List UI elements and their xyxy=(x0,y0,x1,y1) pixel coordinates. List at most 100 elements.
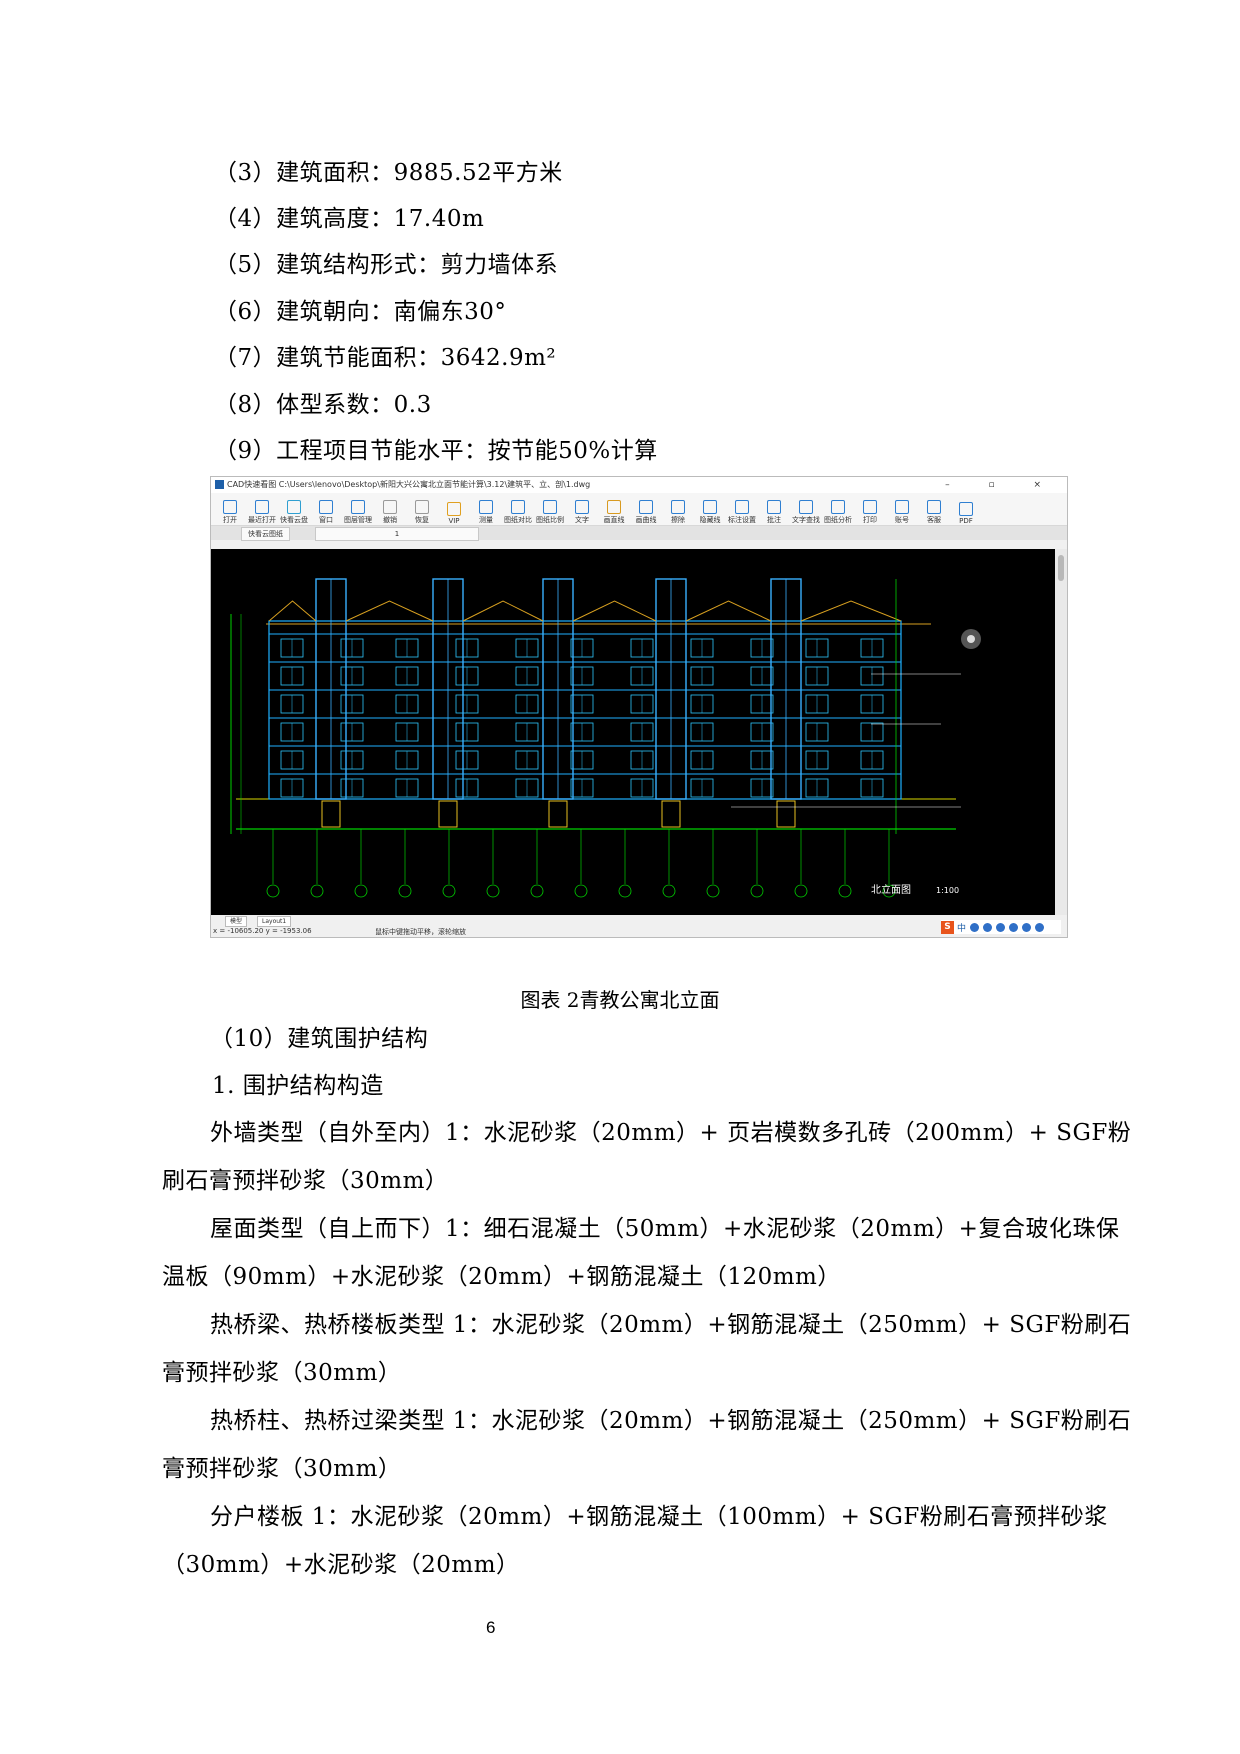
toolbar-icon xyxy=(927,500,941,514)
roof-parapets xyxy=(268,600,902,622)
entrance-door xyxy=(548,800,568,828)
spec-item-energy-level: （9）工程项目节能水平：按节能50%计算 xyxy=(214,438,658,464)
toolbar-button-17[interactable]: 批注 xyxy=(759,500,789,525)
ime-mode-label: 中 xyxy=(957,923,967,934)
toolbar-button-4[interactable]: 图层管理 xyxy=(343,500,373,525)
paragraph-exterior-wall-line1: 外墙类型（自外至内）1：水泥砂浆（20mm）+ 页岩模数多孔砖（200mm）+ … xyxy=(210,1120,1132,1146)
ime-toolbar[interactable]: S 中 xyxy=(941,920,1061,934)
toolbar-button-16[interactable]: 标注设置 xyxy=(727,500,757,525)
sogou-icon: S xyxy=(941,920,954,934)
toolbar-button-9[interactable]: 图纸对比 xyxy=(503,500,533,525)
roof-slope xyxy=(572,600,657,622)
toolbar-button-label: 批注 xyxy=(767,516,781,524)
toolbar-icon xyxy=(447,502,461,516)
toolbar-icon xyxy=(479,500,493,514)
toolbar-icon xyxy=(735,500,749,514)
window-controls[interactable]: – ▫ × xyxy=(945,477,1059,493)
toolbar-button-3[interactable]: 窗口 xyxy=(311,500,341,525)
toolbar-icon xyxy=(831,500,845,514)
drawing-title: 北立面图 xyxy=(871,883,911,896)
floating-ball-center xyxy=(967,635,975,643)
axis-bubble xyxy=(354,884,368,898)
toolbar-button-7[interactable]: VIP xyxy=(439,502,469,525)
toolbar-button-11[interactable]: 文字 xyxy=(567,500,597,525)
toolbar-icon xyxy=(895,500,909,514)
paragraph-thermal-bridge-beam-line1: 热桥梁、热桥楼板类型 1：水泥砂浆（20mm）+钢筋混凝土（250mm）+ SG… xyxy=(210,1312,1132,1338)
axis-bubble xyxy=(486,884,500,898)
cursor-coordinates: x = -10605.20 y = -1953.06 xyxy=(213,927,312,935)
roof-slope xyxy=(462,600,544,622)
cad-toolbar: 打开 最近打开 快看云盘 窗口 图层管理 撤销 恢复 VIP 测量 图纸对比 图纸比例 文字 画直线 画曲… xyxy=(211,493,1067,526)
toolbar-button-label: 最近打开 xyxy=(248,516,276,524)
toolbar-button-label: VIP xyxy=(448,517,460,525)
toolbar-icon xyxy=(639,500,653,514)
toolbar-button-8[interactable]: 测量 xyxy=(471,500,501,525)
toolbar-icon xyxy=(223,500,237,514)
axis-bubble xyxy=(530,884,544,898)
toolbar-button-1[interactable]: 最近打开 xyxy=(247,500,277,525)
toolbar-button-10[interactable]: 图纸比例 xyxy=(535,500,565,525)
toolbar-button-13[interactable]: 画曲线 xyxy=(631,500,661,525)
paragraph-thermal-bridge-column-line2: 膏预拌砂浆（30mm） xyxy=(162,1456,402,1482)
tab-cloud-drawing[interactable]: 快看云图纸 xyxy=(241,527,290,541)
cad-drawing-canvas[interactable]: 北立面图 1:100 xyxy=(211,549,1057,917)
entrance-door xyxy=(321,800,341,828)
axis-bubble xyxy=(662,884,676,898)
toolbar-icon xyxy=(767,500,781,514)
drawing-scale: 1:100 xyxy=(936,886,959,895)
subsection-title: 1. 围护结构构造 xyxy=(212,1073,384,1099)
axis-bubble xyxy=(838,884,852,898)
cad-vertical-scrollbar[interactable] xyxy=(1055,549,1067,917)
axis-bubble xyxy=(266,884,280,898)
axis-bubble xyxy=(310,884,324,898)
cad-status-bar: 模型 Layout1 x = -10605.20 y = -1953.06 鼠标… xyxy=(211,915,1067,937)
status-tab-model[interactable]: 模型 xyxy=(225,916,248,927)
toolbar-button-label: 图纸对比 xyxy=(504,516,532,524)
figure-caption: 图表 2青教公寓北立面 xyxy=(520,988,720,1012)
axis-bubble xyxy=(398,884,412,898)
roof-slope xyxy=(685,600,772,622)
paragraph-thermal-bridge-beam-line2: 膏预拌砂浆（30mm） xyxy=(162,1360,402,1386)
roof-slope xyxy=(268,600,317,622)
toolbar-button-label: 画曲线 xyxy=(635,516,657,524)
toolbar-button-label: 标注设置 xyxy=(728,516,756,524)
toolbar-button-label: 账号 xyxy=(895,516,909,524)
toolbar-button-0[interactable]: 打开 xyxy=(215,500,245,525)
toolbar-button-2[interactable]: 快看云盘 xyxy=(279,500,309,525)
tab-drawing-1[interactable]: 1 xyxy=(315,527,479,541)
paragraph-floor-slab-line2: （30mm）+水泥砂浆（20mm） xyxy=(162,1552,520,1578)
punctuation-icon xyxy=(970,922,980,932)
page-number: 6 xyxy=(486,1618,496,1637)
toolbar-button-21[interactable]: 账号 xyxy=(887,500,917,525)
microphone-icon xyxy=(996,922,1006,932)
axis-grid xyxy=(266,829,896,898)
toolbar-button-label: PDF xyxy=(959,517,973,525)
toolbar-button-20[interactable]: 打印 xyxy=(855,500,885,525)
toolbar-icon xyxy=(703,500,717,514)
toolbar-button-5[interactable]: 撤销 xyxy=(375,500,405,525)
toolbar-button-23[interactable]: PDF xyxy=(951,502,981,525)
toolbar-button-15[interactable]: 隐藏线 xyxy=(695,500,725,525)
toolbar-icon xyxy=(959,502,973,516)
axis-bubble xyxy=(442,884,456,898)
spec-item-height: （4）建筑高度：17.40m xyxy=(214,206,485,232)
axis-bubble xyxy=(574,884,588,898)
spec-item-area: （3）建筑面积：9885.52平方米 xyxy=(214,160,563,186)
toolbar-button-12[interactable]: 画直线 xyxy=(599,500,629,525)
toolbar-icon xyxy=(383,500,397,514)
spec-item-energy-area: （7）建筑节能面积：3642.9m² xyxy=(214,345,557,371)
spec-item-shape-coefficient: （8）体型系数：0.3 xyxy=(214,392,432,418)
toolbar-button-19[interactable]: 图纸分析 xyxy=(823,500,853,525)
toolbar-button-label: 图纸分析 xyxy=(824,516,852,524)
toolbar-button-label: 文字查找 xyxy=(792,516,820,524)
axis-bubble xyxy=(750,884,764,898)
toolbar-button-6[interactable]: 恢复 xyxy=(407,500,437,525)
cad-title-text: CAD快速看图 C:\Users\lenovo\Desktop\新阳大兴公寓北立… xyxy=(227,480,591,489)
toolbar-icon xyxy=(319,500,333,514)
toolbar-button-22[interactable]: 客服 xyxy=(919,500,949,525)
paragraph-roof-line1: 屋面类型（自上而下）1：细石混凝土（50mm）+水泥砂浆（20mm）+复合玻化珠… xyxy=(210,1216,1120,1242)
toolbar-button-18[interactable]: 文字查找 xyxy=(791,500,821,525)
status-tab-layout1[interactable]: Layout1 xyxy=(257,916,292,927)
toolbar-icon xyxy=(511,500,525,514)
toolbar-button-14[interactable]: 擦除 xyxy=(663,500,693,525)
